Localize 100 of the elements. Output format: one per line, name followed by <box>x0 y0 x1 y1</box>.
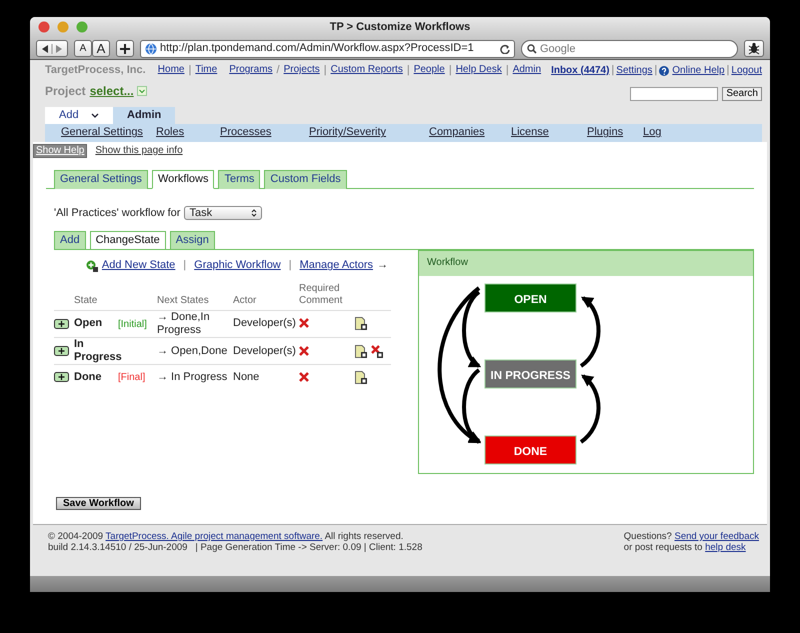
nav-link[interactable]: Help Desk <box>456 64 502 78</box>
project-label: Project <box>45 84 86 98</box>
plus-icon <box>120 44 130 54</box>
action-link[interactable]: Add New State <box>102 259 176 273</box>
tab[interactable]: Assign <box>170 231 215 250</box>
edit-icon[interactable] <box>355 370 367 384</box>
state-label: OPEN <box>514 294 547 306</box>
transition-arrow <box>580 374 600 444</box>
nav-link[interactable]: Home <box>158 64 184 78</box>
add-bookmark-button[interactable] <box>116 40 134 57</box>
globe-icon <box>145 42 157 54</box>
separator: | <box>188 64 192 78</box>
nav-link[interactable]: Admin <box>512 64 542 78</box>
nav-link[interactable]: Custom Reports <box>330 64 403 78</box>
bug-button[interactable] <box>744 40 764 57</box>
window-title: TP > Customize Workflows <box>330 20 470 34</box>
search-field[interactable]: Google <box>521 40 738 58</box>
show-help-button[interactable]: Show Help <box>33 144 88 158</box>
state-label: IN PROGRESS <box>490 370 570 382</box>
separator: | <box>324 64 327 78</box>
next-states: → Done,In Progress <box>157 310 211 337</box>
type-select[interactable]: Task <box>184 206 262 220</box>
state-tag: [Initial] <box>118 318 147 331</box>
user-link[interactable]: Online Help <box>672 64 725 77</box>
tab[interactable]: ChangeState <box>90 231 166 250</box>
separator: | <box>611 64 614 78</box>
workflow-for-label: 'All Practices' workflow for <box>54 206 180 220</box>
bug-icon <box>748 42 760 55</box>
search-icon <box>527 44 537 54</box>
copyright-text: © 2004-2009 TargetProcess. Agile project management software. All rights reserved. <box>48 531 404 542</box>
nav-link[interactable]: Time <box>195 64 218 78</box>
panel-title: Workflow <box>419 251 753 276</box>
dropdown-icon[interactable] <box>136 86 147 96</box>
actor: Developer(s) <box>233 344 297 358</box>
state-name: Done <box>74 370 102 384</box>
column-header: Next States <box>157 294 210 307</box>
company-link[interactable]: TargetProcess. Agile project management software. <box>106 531 323 542</box>
help-desk-link[interactable]: help desk <box>705 542 746 554</box>
back-forward-button[interactable] <box>36 40 68 57</box>
text-size-button[interactable]: A <box>74 40 92 57</box>
nav-link[interactable]: Projects <box>284 64 320 78</box>
add-icon <box>86 260 98 272</box>
admin-nav-link[interactable]: Companies <box>429 126 511 140</box>
edit-icon[interactable] <box>355 317 367 330</box>
tab[interactable]: Add <box>54 231 86 250</box>
admin-nav-link[interactable]: License <box>511 126 587 140</box>
column-header: Actor <box>233 294 258 307</box>
caret-icon <box>91 112 99 119</box>
build-info: build 2.14.3.14510 / 25-Jun-2009 | Page Generation Time -> Server: 0.09 | Client: 1.528 <box>48 542 422 554</box>
reload-icon[interactable] <box>500 44 510 54</box>
address-field[interactable]: http://plan.tpondemand.com/Admin/Workflow.aspx?ProcessID=1 <box>140 40 515 58</box>
tab[interactable]: General Settings <box>54 170 148 190</box>
help-icon <box>659 66 670 76</box>
expand-icon[interactable] <box>54 372 69 382</box>
admin-nav-link[interactable]: Roles <box>156 126 220 140</box>
column-header: State <box>73 294 98 307</box>
expand-icon[interactable] <box>54 318 69 329</box>
admin-nav-link[interactable]: Log <box>643 126 673 140</box>
edit-icon[interactable] <box>355 344 367 358</box>
tab[interactable]: Custom Fields <box>264 170 347 190</box>
separator: | <box>288 259 292 273</box>
next-states: → Open,Done <box>157 344 228 358</box>
nav-link[interactable]: Programs <box>229 64 273 78</box>
actor: None <box>233 370 260 384</box>
arrow-glyph: → <box>377 259 388 273</box>
action-link[interactable]: Manage Actors <box>300 259 373 273</box>
add-menu[interactable]: Add <box>45 107 113 124</box>
expand-icon[interactable] <box>54 346 69 356</box>
feedback-link[interactable]: Send your feedback <box>674 531 759 542</box>
tab[interactable]: Admin <box>113 107 176 124</box>
separator: / <box>276 64 280 78</box>
search-field[interactable] <box>630 87 718 102</box>
delete-icon[interactable] <box>371 344 383 358</box>
close-icon[interactable] <box>38 21 50 33</box>
text-size-button[interactable]: A <box>92 40 110 57</box>
separator: | <box>726 64 730 78</box>
user-link[interactable]: Inbox (4474) <box>551 64 610 77</box>
actor: Developer(s) <box>233 317 297 330</box>
next-states: → In Progress <box>157 370 228 384</box>
transition-arrow <box>580 296 600 368</box>
back-forward-icon <box>40 44 64 54</box>
separator: | <box>506 64 509 78</box>
state-label: DONE <box>514 446 548 458</box>
nav-link[interactable]: People <box>414 64 445 78</box>
admin-nav-link[interactable]: General Settings <box>61 126 156 140</box>
admin-nav-link[interactable]: Processes <box>220 126 309 140</box>
user-link[interactable]: Settings <box>616 64 652 77</box>
search-button[interactable]: Search <box>722 87 762 102</box>
save-workflow-button[interactable]: Save Workflow <box>56 497 141 510</box>
separator: | <box>406 64 410 78</box>
separator: | <box>448 64 452 78</box>
tab[interactable]: Terms <box>218 170 260 190</box>
admin-nav-link[interactable]: Plugins <box>587 126 643 140</box>
separator: | <box>654 64 658 78</box>
action-link[interactable]: Graphic Workflow <box>194 259 281 273</box>
page-info-link[interactable]: Show this page info <box>95 145 183 157</box>
project-select[interactable]: select... <box>90 84 134 98</box>
tab[interactable]: Workflows <box>152 170 214 190</box>
user-link[interactable]: Logout <box>731 64 762 77</box>
admin-nav-link[interactable]: Priority/Severity <box>309 126 429 140</box>
